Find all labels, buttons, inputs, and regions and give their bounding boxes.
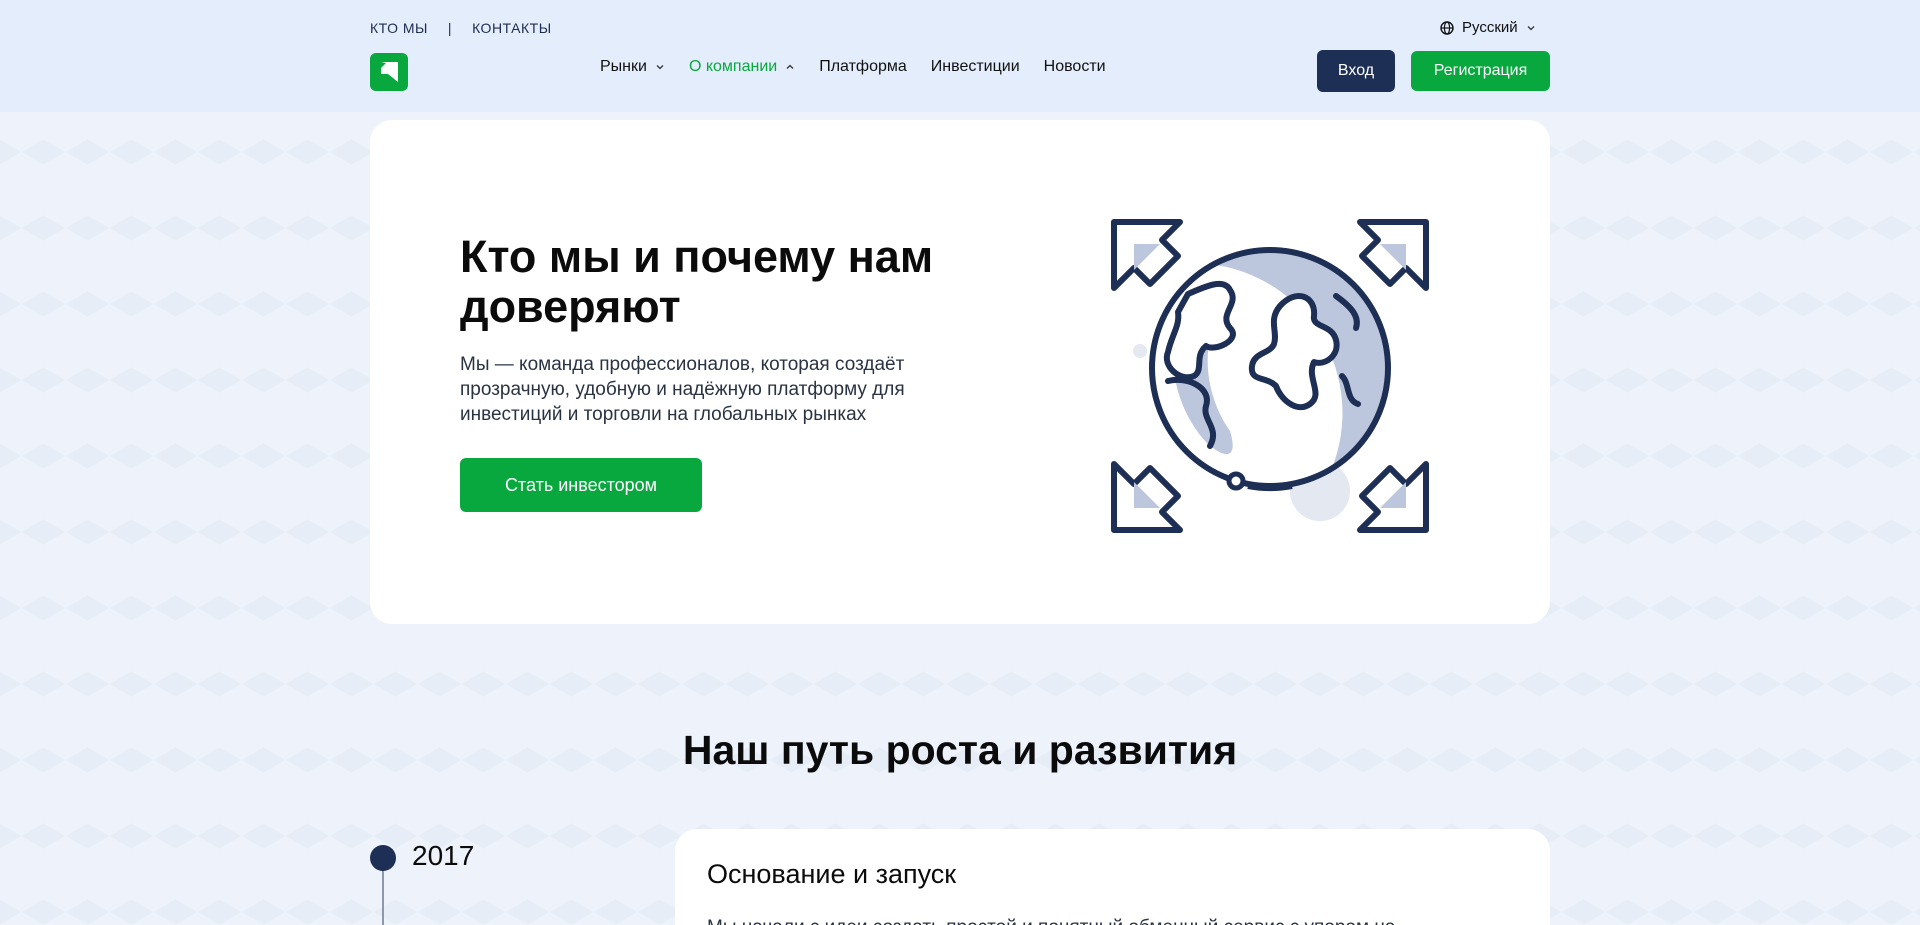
hero-card: Кто мы и почему нам доверяют Мы — команд…: [370, 120, 1550, 624]
nav-item-label: О компании: [688, 58, 778, 75]
logo-mark-icon: [381, 62, 398, 82]
top-links-separator: |: [447, 20, 453, 36]
globe-with-expand-arrows-icon: [1111, 219, 1429, 533]
timeline-year: 2017: [412, 840, 475, 871]
brand-logo[interactable]: [370, 53, 408, 91]
nav-item-label: Инвестиции: [930, 58, 1020, 75]
stage-title: Основание и запуск: [707, 859, 957, 889]
nav-item-label: Новости: [1043, 58, 1106, 75]
nav-item-about-company[interactable]: О компании: [689, 58, 795, 76]
chevron-down-icon: [1527, 25, 1535, 30]
nav-item-label: Рынки: [600, 58, 647, 75]
chevron-up-icon: [786, 64, 794, 69]
register-button[interactable]: Регистрация: [1411, 51, 1550, 91]
growth-section-title: Наш путь роста и развития: [682, 727, 1238, 773]
language-label: Русский: [1462, 19, 1518, 36]
nav-item-news[interactable]: Новости: [1044, 58, 1106, 76]
timeline-line: [382, 871, 384, 925]
globe-icon: [1440, 20, 1454, 35]
about-us-link[interactable]: КТО МЫ: [370, 20, 428, 36]
hero-description: Мы — команда профессионалов, которая соз…: [460, 354, 905, 425]
top-links: КТО МЫ | КОНТАКТЫ: [370, 20, 552, 36]
main-nav: Рынки О компании Платформа Инвестиции Но…: [600, 58, 1130, 76]
chevron-down-icon: [656, 65, 664, 70]
contacts-link[interactable]: КОНТАКТЫ: [472, 20, 552, 36]
nav-item-platform[interactable]: Платформа: [819, 58, 907, 76]
language-selector[interactable]: Русский: [1440, 19, 1536, 36]
site-header: КТО МЫ | КОНТАКТЫ Русский Рынки О компан…: [0, 0, 1920, 112]
stage-text: Мы начали с идеи создать простой и понят…: [707, 915, 1517, 925]
become-investor-button[interactable]: Стать инвестором: [460, 458, 702, 512]
nav-item-markets[interactable]: Рынки: [600, 58, 665, 76]
hero-title: Кто мы и почему нам доверяют: [460, 231, 934, 332]
login-button[interactable]: Вход: [1317, 50, 1395, 92]
timeline-stage-card: Основание и запуск Мы начали с идеи созд…: [675, 829, 1550, 925]
nav-item-investments[interactable]: Инвестиции: [931, 58, 1020, 76]
nav-item-label: Платформа: [819, 58, 907, 75]
timeline-dot: [370, 845, 396, 871]
